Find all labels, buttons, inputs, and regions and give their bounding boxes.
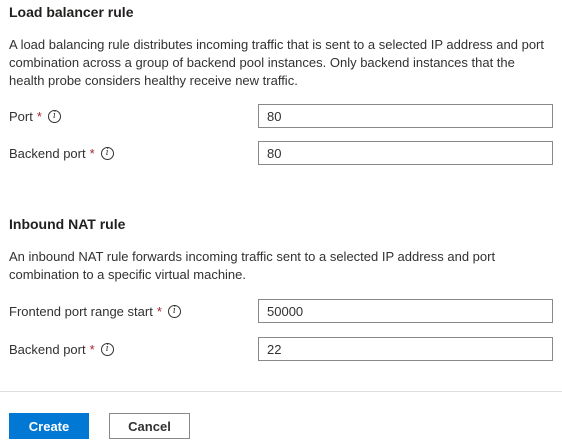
frontend-port-range-start-input[interactable]: 50000 [258,299,553,323]
nat-backend-port-label-text: Backend port [9,341,86,357]
create-button[interactable]: Create [9,413,89,439]
info-icon[interactable]: i [100,146,114,160]
port-label: Port * i [9,105,61,127]
inbound-nat-rule-title: Inbound NAT rule [9,216,126,232]
port-input[interactable]: 80 [258,104,553,128]
backend-port-input[interactable]: 80 [258,141,553,165]
info-icon[interactable]: i [167,304,181,318]
required-asterisk: * [89,341,95,357]
inbound-nat-rule-description: An inbound NAT rule forwards incoming tr… [9,249,496,282]
frontend-port-range-start-label-text: Frontend port range start [9,303,153,319]
required-asterisk: * [156,303,162,319]
info-icon[interactable]: i [100,342,114,356]
info-icon[interactable]: i [47,109,61,123]
required-asterisk: * [89,145,95,161]
port-label-text: Port [9,108,33,124]
backend-port-label: Backend port * i [9,142,114,164]
cancel-button[interactable]: Cancel [109,413,190,439]
frontend-port-range-start-label: Frontend port range start * i [9,300,181,322]
nat-backend-port-label: Backend port * i [9,338,114,360]
required-asterisk: * [36,108,42,124]
footer-divider [0,391,562,392]
load-balancer-rule-description: A load balancing rule distributes incomi… [9,37,544,88]
load-balancer-rule-title: Load balancer rule [9,4,134,20]
backend-port-label-text: Backend port [9,145,86,161]
nat-backend-port-input[interactable]: 22 [258,337,553,361]
